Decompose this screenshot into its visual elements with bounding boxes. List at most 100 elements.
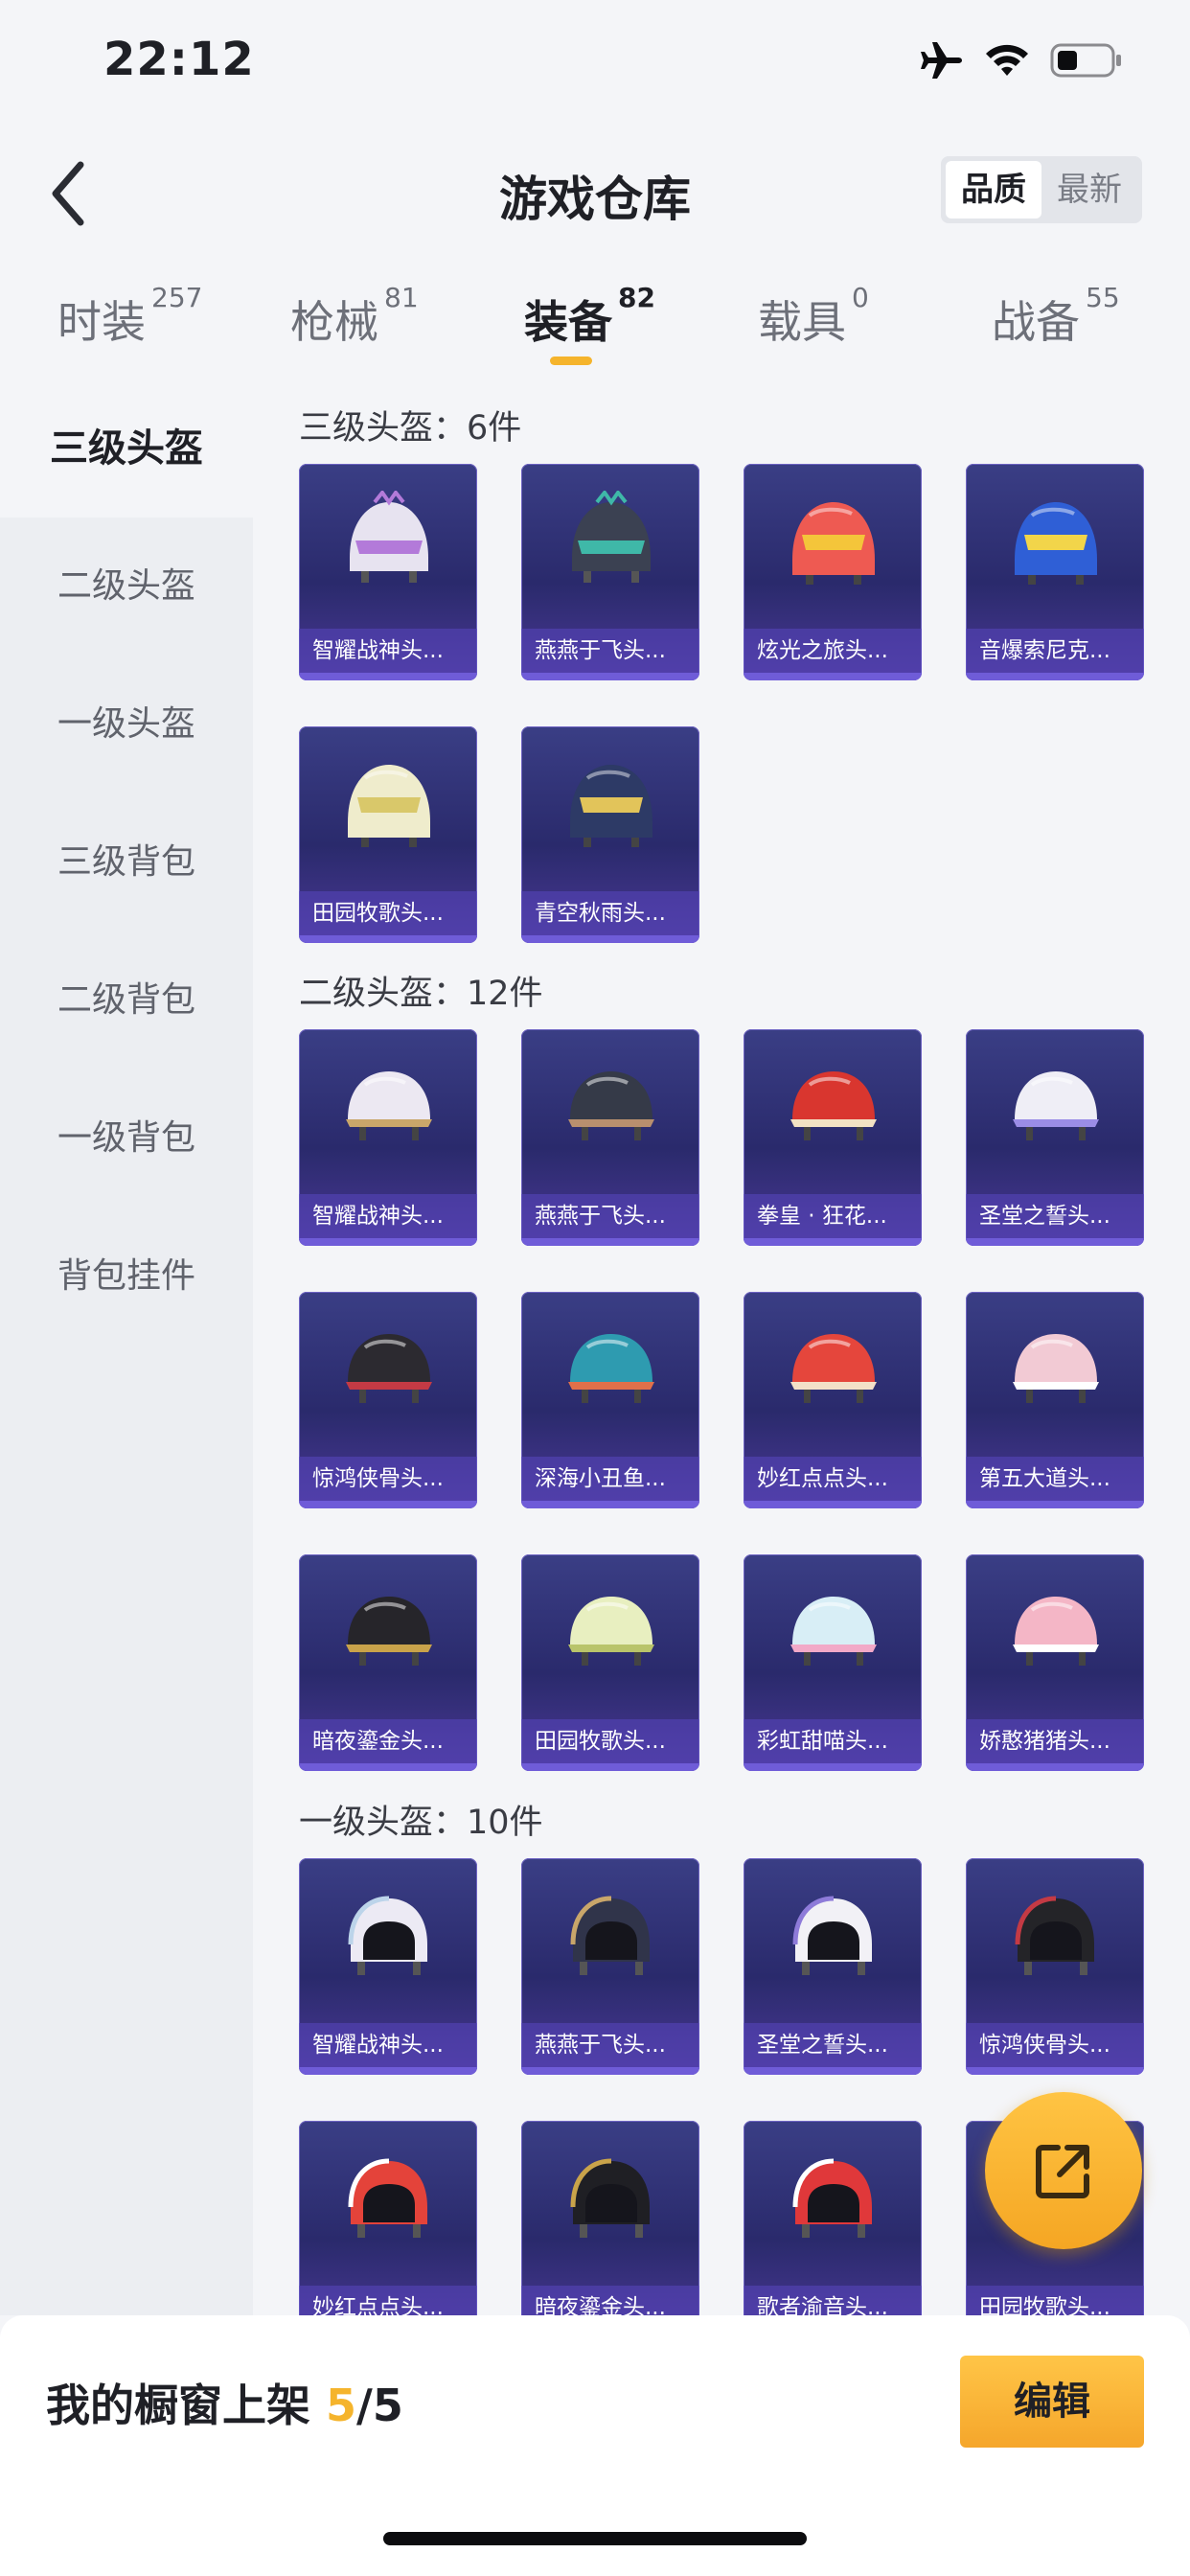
item-name: 妙红点点头... [299,2286,477,2315]
tab-count: 257 [151,282,203,313]
section-title-level3: 三级头盔：6件 [299,409,522,448]
helmet-icon [348,1896,427,1975]
item-image [781,1056,886,1165]
item-name: 燕燕于飞头... [521,1194,699,1238]
tab-label: 战备 [992,296,1080,348]
helmet-icon [1013,1071,1099,1140]
item-card[interactable]: 妙红点点头... [299,2121,477,2315]
helmet-icon [350,489,428,583]
status-bar: 22:12 [0,0,1190,125]
tab-label: 载具 [758,296,846,348]
item-image [1003,1581,1109,1690]
item-card[interactable]: 彩虹甜喵头... [744,1554,922,1771]
helmet-icon [568,1334,654,1403]
helmet-icon [568,1597,654,1666]
item-name: 田园牧歌头... [299,891,477,935]
item-card[interactable]: 田园牧歌头... [521,1554,699,1771]
helmet-icon [346,1334,432,1403]
tab-label: 枪械 [290,296,378,348]
item-name: 暗夜鎏金头... [521,2286,699,2315]
wifi-icon [985,43,1029,78]
item-card[interactable]: 青空秋雨头... [521,726,699,943]
item-card[interactable]: 燕燕于飞头... [521,1858,699,2075]
item-card[interactable]: 惊鸿侠骨头... [966,1858,1144,2075]
item-card[interactable]: 燕燕于飞头... [521,464,699,680]
item-image [1003,1319,1109,1428]
tab-fashion[interactable]: 时装 257 [57,282,202,351]
item-card[interactable]: 暗夜鎏金头... [299,1554,477,1771]
sidebar-item-backpack-pendant[interactable]: 背包挂件 [0,1208,253,1346]
item-image [559,1056,664,1165]
item-card[interactable]: 燕燕于飞头... [521,1029,699,1246]
item-image [336,1885,442,1994]
tab-count: 82 [618,282,655,313]
item-name: 彩虹甜喵头... [744,1719,922,1763]
item-card[interactable]: 妙红点点头... [744,1292,922,1508]
item-name: 田园牧歌头... [521,1719,699,1763]
item-name: 炫光之旅头... [744,629,922,673]
sidebar-item-level2-backpack[interactable]: 二级背包 [0,932,253,1070]
sort-newest-button[interactable]: 最新 [1041,161,1137,218]
category-tabs: 时装 257 枪械 81 装备 82 载具 0 战备 55 [0,268,1190,379]
item-card[interactable]: 娇憨猪猪头... [966,1554,1144,1771]
tab-count: 55 [1086,282,1120,313]
item-name: 娇憨猪猪头... [966,1719,1144,1763]
item-card[interactable]: 惊鸿侠骨头... [299,1292,477,1508]
item-card[interactable]: 炫光之旅头... [744,464,922,680]
sidebar-item-level3-backpack[interactable]: 三级背包 [0,794,253,932]
helmet-icon [570,765,652,847]
item-card[interactable]: 圣堂之誓头... [744,1858,922,2075]
sidebar-item-level2-helmet[interactable]: 二级头盔 [0,518,253,656]
item-card[interactable]: 第五大道头... [966,1292,1144,1508]
tab-guns[interactable]: 枪械 81 [290,282,419,351]
item-image [559,1319,664,1428]
item-card[interactable]: 圣堂之誓头... [966,1029,1144,1246]
item-card[interactable]: 暗夜鎏金头... [521,2121,699,2315]
helmet-icon [792,502,875,585]
shelf-total: /5 [356,2380,403,2431]
helmet-icon [348,765,430,847]
tab-equipment[interactable]: 装备 82 [524,282,655,351]
back-button[interactable] [44,155,102,232]
item-card[interactable]: 智耀战神头... [299,464,477,680]
item-name: 音爆索尼克... [966,629,1144,673]
item-name: 第五大道头... [966,1457,1144,1501]
item-name: 智耀战神头... [299,1194,477,1238]
edit-button[interactable]: 编辑 [960,2356,1144,2448]
item-image [781,1581,886,1690]
item-image [336,1056,442,1165]
helmet-icon [570,1896,650,1975]
item-image [336,489,442,600]
item-image [559,1885,664,1994]
item-name: 深海小丑鱼... [521,1457,699,1501]
helmet-icon [1015,502,1097,585]
item-card[interactable]: 田园牧歌头... [299,726,477,943]
sidebar-item-level1-helmet[interactable]: 一级头盔 [0,656,253,794]
sidebar: 三级头盔 二级头盔 一级头盔 三级背包 二级背包 一级背包 背包挂件 [0,380,253,2315]
tab-count: 81 [384,282,419,313]
sidebar-item-level3-helmet[interactable]: 三级头盔 [0,380,253,518]
item-name: 圣堂之誓头... [966,1194,1144,1238]
sidebar-item-level1-backpack[interactable]: 一级背包 [0,1070,253,1208]
item-image [1003,1885,1109,1994]
item-card[interactable]: 智耀战神头... [299,1029,477,1246]
tab-vehicles[interactable]: 载具 0 [758,282,869,351]
item-image [559,753,664,862]
sort-quality-button[interactable]: 品质 [946,161,1041,218]
item-name: 青空秋雨头... [521,891,699,935]
status-icons [920,40,1123,80]
item-name: 智耀战神头... [299,629,477,673]
item-name: 歌者渝音头... [744,2286,922,2315]
item-name: 暗夜鎏金头... [299,1719,477,1763]
item-card[interactable]: 拳皇 · 狂花... [744,1029,922,1246]
item-card[interactable]: 智耀战神头... [299,1858,477,2075]
tab-battle-gear[interactable]: 战备 55 [992,282,1120,351]
active-tab-indicator [550,356,592,365]
bottom-bar: 我的橱窗上架 5/5 编辑 [0,2315,1190,2576]
item-name: 智耀战神头... [299,2023,477,2067]
item-card[interactable]: 深海小丑鱼... [521,1292,699,1508]
helmet-icon [346,1071,432,1140]
item-card[interactable]: 歌者渝音头... [744,2121,922,2315]
share-button[interactable] [985,2092,1142,2249]
item-card[interactable]: 音爆索尼克... [966,464,1144,680]
